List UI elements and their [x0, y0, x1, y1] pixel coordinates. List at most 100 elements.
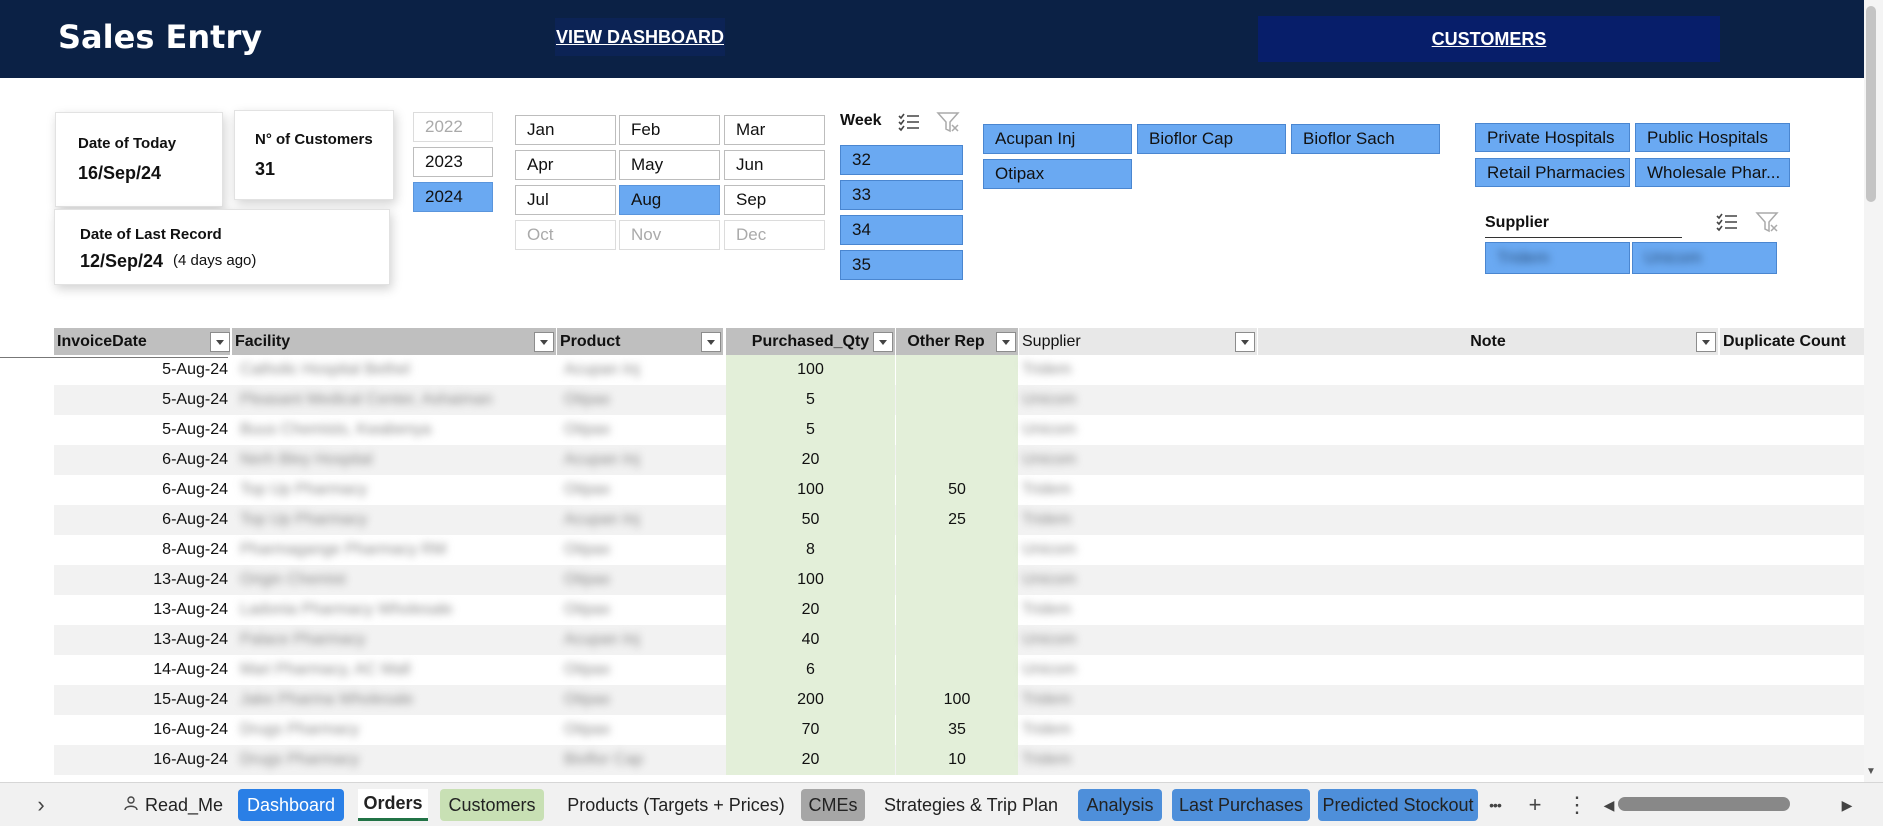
facility-cell[interactable]: Mari Pharmacy, AC Mall: [236, 655, 556, 685]
purchased-qty-cell[interactable]: 50: [726, 505, 895, 535]
purchased-qty-cell[interactable]: 20: [726, 445, 895, 475]
multi-select-icon[interactable]: [897, 111, 921, 133]
purchased-qty-cell[interactable]: 40: [726, 625, 895, 655]
invoice-date-cell[interactable]: 13-Aug-24: [54, 565, 230, 595]
product-cell[interactable]: Acupan Inj: [560, 505, 720, 535]
facility-cell[interactable]: Pleasant Medical Center, Ashaiman: [236, 385, 556, 415]
invoice-date-cell[interactable]: 6-Aug-24: [54, 505, 230, 535]
purchased-qty-cell[interactable]: 20: [726, 745, 895, 775]
purchased-qty-cell[interactable]: 70: [726, 715, 895, 745]
facility-cell[interactable]: Top Up Pharmacy: [236, 475, 556, 505]
other-rep-cell[interactable]: [896, 355, 1018, 385]
facility-cell[interactable]: Catholic Hospital Bethel: [236, 355, 556, 385]
segment-option[interactable]: Private Hospitals: [1475, 123, 1630, 152]
sheet-tab[interactable]: Analysis: [1078, 789, 1162, 821]
product-cell[interactable]: Otipax: [560, 475, 720, 505]
purchased-qty-cell[interactable]: 5: [726, 415, 895, 445]
product-cell[interactable]: Otipax: [560, 595, 720, 625]
month-option[interactable]: Apr: [515, 150, 616, 180]
other-rep-cell[interactable]: [896, 385, 1018, 415]
invoice-date-cell[interactable]: 14-Aug-24: [54, 655, 230, 685]
facility-cell[interactable]: Top Up Pharmacy: [236, 505, 556, 535]
supplier-cell[interactable]: Unicom: [1020, 565, 1220, 595]
purchased-qty-cell[interactable]: 100: [726, 355, 895, 385]
supplier-cell[interactable]: Tridem: [1020, 355, 1220, 385]
supplier-cell[interactable]: Tridem: [1020, 475, 1220, 505]
product-filter-dropdown[interactable]: [701, 332, 721, 352]
week-option[interactable]: 34: [840, 215, 963, 245]
facility-cell[interactable]: Jake Pharma Wholesale: [236, 685, 556, 715]
month-option[interactable]: Nov: [619, 220, 720, 250]
product-cell[interactable]: Acupan Inj: [560, 445, 720, 475]
sheet-tab[interactable]: CMEs: [801, 789, 865, 821]
supplier-cell[interactable]: Tridem: [1020, 505, 1220, 535]
more-tabs-icon[interactable]: •••: [1480, 789, 1510, 821]
supplier-cell[interactable]: Tridem: [1020, 685, 1220, 715]
purchased-qty-cell[interactable]: 8: [726, 535, 895, 565]
supplier-clear-filter-icon[interactable]: [1755, 211, 1779, 233]
invoice-date-cell[interactable]: 16-Aug-24: [54, 745, 230, 775]
invoice-date-cell[interactable]: 16-Aug-24: [54, 715, 230, 745]
sheet-tab[interactable]: Strategies & Trip Plan: [876, 789, 1066, 821]
month-option[interactable]: Jun: [724, 150, 825, 180]
purchased-qty-cell[interactable]: 100: [726, 475, 895, 505]
note-filter-dropdown[interactable]: [1696, 332, 1716, 352]
product-option[interactable]: Acupan Inj: [983, 124, 1132, 154]
other-rep-cell[interactable]: [896, 595, 1018, 625]
supplier-cell[interactable]: Unicom: [1020, 625, 1220, 655]
hscroll-right-icon[interactable]: ▶: [1832, 789, 1862, 821]
other-rep-cell[interactable]: 25: [896, 505, 1018, 535]
customers-button[interactable]: CUSTOMERS: [1258, 16, 1720, 62]
week-option[interactable]: 35: [840, 250, 963, 280]
supplier-cell[interactable]: Tridem: [1020, 595, 1220, 625]
month-option[interactable]: Sep: [724, 185, 825, 215]
product-cell[interactable]: Bioflor Cap: [560, 745, 720, 775]
year-option[interactable]: 2023: [413, 147, 493, 177]
supplier-cell[interactable]: Unicom: [1020, 535, 1220, 565]
sheet-tab[interactable]: Products (Targets + Prices): [558, 789, 794, 821]
product-cell[interactable]: Otipax: [560, 535, 720, 565]
month-option[interactable]: Jul: [515, 185, 616, 215]
week-option[interactable]: 32: [840, 145, 963, 175]
horizontal-scroll-thumb[interactable]: [1618, 797, 1790, 811]
invoice-date-cell[interactable]: 6-Aug-24: [54, 445, 230, 475]
supplier-cell[interactable]: Unicom: [1020, 415, 1220, 445]
other-rep-cell[interactable]: [896, 625, 1018, 655]
month-option[interactable]: Mar: [724, 115, 825, 145]
invoice-date-cell[interactable]: 6-Aug-24: [54, 475, 230, 505]
supplier-cell[interactable]: Tridem: [1020, 715, 1220, 745]
product-cell[interactable]: Otipax: [560, 655, 720, 685]
product-cell[interactable]: Otipax: [560, 715, 720, 745]
invoice-date-cell[interactable]: 5-Aug-24: [54, 415, 230, 445]
sheet-tab[interactable]: Read_Me: [118, 789, 228, 821]
other-rep-cell[interactable]: 10: [896, 745, 1018, 775]
clear-filter-icon[interactable]: [936, 111, 960, 133]
other-rep-cell[interactable]: [896, 655, 1018, 685]
facility-cell[interactable]: Ladonia Pharmacy Wholesale: [236, 595, 556, 625]
sheet-tab[interactable]: Dashboard: [238, 789, 344, 821]
sheet-tab[interactable]: Last Purchases: [1172, 789, 1310, 821]
facility-filter-dropdown[interactable]: [534, 332, 554, 352]
supplier-option[interactable]: Tridem: [1485, 242, 1630, 274]
invoice-date-cell[interactable]: 13-Aug-24: [54, 595, 230, 625]
product-option[interactable]: Bioflor Sach: [1291, 124, 1440, 154]
facility-cell[interactable]: Palace Pharmacy: [236, 625, 556, 655]
product-cell[interactable]: Acupan Inj: [560, 625, 720, 655]
qty-filter-dropdown[interactable]: [873, 332, 893, 352]
product-cell[interactable]: Acupan Inj: [560, 355, 720, 385]
supplier-filter-dropdown[interactable]: [1235, 332, 1255, 352]
product-cell[interactable]: Otipax: [560, 685, 720, 715]
supplier-cell[interactable]: Unicom: [1020, 445, 1220, 475]
other-rep-cell[interactable]: [896, 565, 1018, 595]
product-cell[interactable]: Otipax: [560, 385, 720, 415]
month-option[interactable]: Oct: [515, 220, 616, 250]
tab-scroll-next-icon[interactable]: ›: [26, 789, 56, 821]
view-dashboard-button[interactable]: VIEW DASHBOARD: [555, 18, 725, 56]
other-rep-cell[interactable]: 35: [896, 715, 1018, 745]
week-option[interactable]: 33: [840, 180, 963, 210]
vertical-scroll-thumb[interactable]: [1866, 6, 1876, 202]
month-option[interactable]: May: [619, 150, 720, 180]
invoice-date-cell[interactable]: 15-Aug-24: [54, 685, 230, 715]
invoice-date-cell[interactable]: 5-Aug-24: [54, 385, 230, 415]
month-option[interactable]: Feb: [619, 115, 720, 145]
